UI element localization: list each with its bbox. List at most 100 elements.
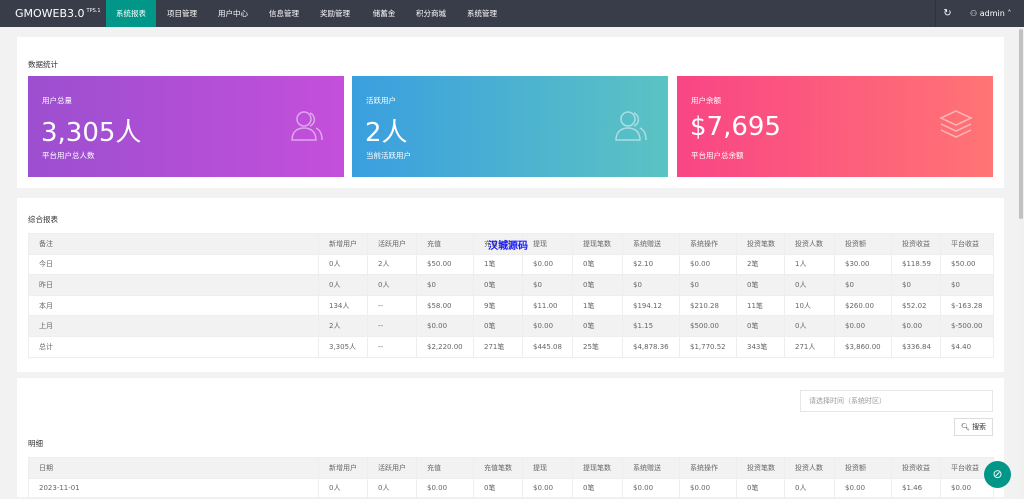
search-label: 搜索 — [972, 423, 987, 431]
detail-table: 日期 新增用户 活跃用户 充值 充值笔数 提现 提现笔数 系统赠送 系统操作 投资笔数 投资人数 投资… — [28, 457, 994, 499]
table-row: 今日 0人 2人 $50.00 1笔 $0.00 0笔 $2.10 $0.00 2笔 1人 $30.0… — [28, 253, 994, 276]
table-cell: 0人 — [784, 477, 835, 499]
table-cell: 0人 — [367, 477, 417, 499]
table-cell: 本月 — [28, 294, 319, 317]
table-cell: $0 — [416, 274, 474, 296]
table-cell: 1人 — [784, 253, 835, 276]
table-cell: 11笔 — [736, 294, 785, 317]
table-cell: $0.00 — [679, 253, 737, 276]
scrollbar-thumb[interactable] — [1019, 29, 1023, 219]
stats-panel: 数据统计 用户总量 3,305人 平台用户总人数 活跃用户 2人 当前活跃用户 … — [17, 37, 1004, 188]
table-cell: 0笔 — [473, 315, 523, 337]
logo-text: GMOWEB3.0 — [15, 7, 85, 20]
tab-points-mall[interactable]: 积分商城 — [406, 0, 456, 27]
tab-user-center[interactable]: 用户中心 — [208, 0, 258, 27]
report-title: 综合报表 — [28, 215, 58, 224]
table-cell: $58.00 — [416, 294, 474, 317]
stat-sub: 平台用户总余额 — [691, 151, 744, 160]
stat-card-active-users: 活跃用户 2人 当前活跃用户 — [352, 76, 668, 177]
table-cell: $0 — [891, 274, 941, 296]
table-cell: 昨日 — [28, 274, 319, 296]
user-menu[interactable]: ⚇ admin ˄ — [970, 0, 1011, 27]
column-header: 充值 — [416, 233, 474, 255]
table-cell: $0.00 — [522, 477, 573, 499]
table-cell: $50.00 — [940, 253, 994, 276]
table-cell: $0 — [940, 274, 994, 296]
table-cell: $11.00 — [522, 294, 573, 317]
stat-card-total-users: 用户总量 3,305人 平台用户总人数 — [28, 76, 344, 177]
column-header: 系统赠送 — [622, 233, 680, 255]
table-cell: 343笔 — [736, 335, 785, 358]
table-cell: $0.00 — [522, 315, 573, 337]
logo[interactable]: GMOWEB3.0 TPS.1 — [15, 7, 101, 20]
table-cell: $1.15 — [622, 315, 680, 337]
column-header: 提现笔数 — [572, 233, 623, 255]
table-cell: $0.00 — [416, 477, 474, 499]
search-button[interactable]: 🔍︎ 搜索 — [954, 418, 993, 436]
table-cell: $500.00 — [679, 315, 737, 337]
stat-value: 3,305人 — [41, 118, 142, 148]
table-cell: 1笔 — [473, 253, 523, 276]
tab-reward-management[interactable]: 奖励管理 — [310, 0, 360, 27]
tab-system-management[interactable]: 系统管理 — [457, 0, 507, 27]
table-header-row: 日期 新增用户 活跃用户 充值 充值笔数 提现 提现笔数 系统赠送 系统操作 投资笔数 投资人数 投资… — [28, 457, 994, 479]
stat-label: 用户总量 — [42, 96, 72, 105]
scrollbar[interactable] — [1018, 27, 1024, 497]
column-header: 活跃用户 — [367, 233, 417, 255]
column-header: 日期 — [28, 457, 319, 479]
table-cell: $336.84 — [891, 335, 941, 358]
table-cell: 0笔 — [572, 274, 623, 296]
table-cell: $-163.28 — [940, 294, 994, 317]
table-cell: 0笔 — [572, 253, 623, 276]
column-header: 投资笔数 — [736, 233, 785, 255]
table-cell: $4,878.36 — [622, 335, 680, 358]
stat-value: 2人 — [365, 118, 408, 148]
column-header: 提现笔数 — [572, 457, 623, 479]
table-cell: $1.46 — [891, 477, 941, 499]
detail-title: 明细 — [28, 439, 43, 448]
tab-project-management[interactable]: 项目管理 — [157, 0, 207, 27]
stat-sub: 当前活跃用户 — [366, 151, 411, 160]
table-cell: -- — [367, 335, 417, 358]
column-header: 活跃用户 — [367, 457, 417, 479]
users-icon — [291, 111, 323, 141]
date-range-input[interactable]: 请选择时间（系统时区） — [800, 390, 993, 412]
search-icon: 🔍︎ — [960, 423, 970, 431]
layers-icon — [939, 110, 973, 138]
tab-savings[interactable]: 储蓄金 — [359, 0, 409, 27]
table-cell: $0.00 — [891, 315, 941, 337]
column-header: 充值笔数 — [473, 457, 523, 479]
table-cell: 今日 — [28, 253, 319, 276]
table-cell: $0.00 — [622, 477, 680, 499]
table-cell: $0.00 — [834, 315, 892, 337]
table-row: 总计 3,305人 -- $2,220.00 271笔 $445.08 25笔 $4,878.… — [28, 335, 994, 358]
table-cell: 总计 — [28, 335, 319, 358]
table-cell: 0人 — [318, 253, 368, 276]
table-cell: $2.10 — [622, 253, 680, 276]
column-header: 投资收益 — [891, 233, 941, 255]
detail-panel: 请选择时间（系统时区） 🔍︎ 搜索 明细 日期 新增用户 活跃用户 充值 充值笔数 提现提… — [17, 378, 1004, 499]
table-cell: 1笔 — [572, 294, 623, 317]
tab-system-report[interactable]: 系统报表 — [106, 0, 156, 27]
table-cell: $3,860.00 — [834, 335, 892, 358]
table-cell: $-500.00 — [940, 315, 994, 337]
table-cell: 0人 — [318, 274, 368, 296]
tab-info-management[interactable]: 信息管理 — [259, 0, 309, 27]
user-icon: ⚇ — [970, 9, 980, 18]
watermark: 汉城源码 — [488, 241, 528, 252]
table-cell: 2人 — [367, 253, 417, 276]
refresh-icon[interactable]: ↻ — [935, 0, 959, 27]
column-header: 平台收益 — [940, 233, 994, 255]
table-cell: 2023-11-01 — [28, 477, 319, 499]
table-cell: 0人 — [318, 477, 368, 499]
floating-action-button[interactable]: ⊘ — [984, 461, 1011, 488]
table-cell: $194.12 — [622, 294, 680, 317]
table-cell: 3,305人 — [318, 335, 368, 358]
table-cell: $1,770.52 — [679, 335, 737, 358]
column-header: 投资额 — [834, 457, 892, 479]
table-cell: 0人 — [367, 274, 417, 296]
column-header: 备注 — [28, 233, 319, 255]
table-cell: $0.00 — [416, 315, 474, 337]
column-header: 投资收益 — [891, 457, 941, 479]
report-panel: 综合报表 备注 新增用户 活跃用户 充值 充值笔数 提现 提现笔数 系统赠送 系统操作 投资笔数投… — [17, 198, 1004, 372]
